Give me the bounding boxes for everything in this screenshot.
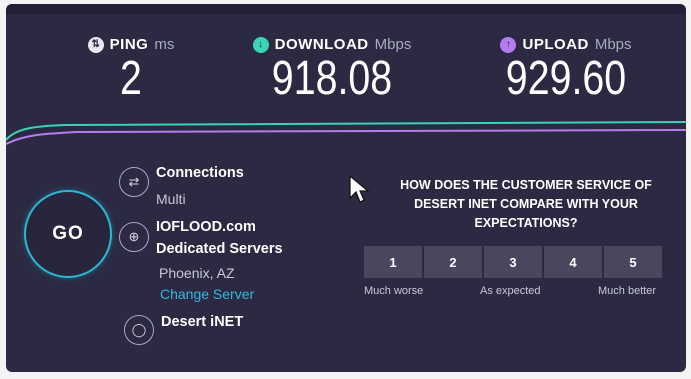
- server-name: IOFLOOD.com: [156, 219, 256, 235]
- ping-header: ⇅ PING ms: [66, 36, 196, 53]
- ping-unit: ms: [154, 36, 175, 53]
- server-type: Dedicated Servers: [156, 241, 283, 257]
- upload-label: UPLOAD: [522, 36, 589, 53]
- download-arrow-icon: ↓: [252, 36, 269, 53]
- scale-label-high: Much better: [598, 285, 657, 297]
- upload-unit: Mbps: [594, 36, 632, 53]
- change-server-link[interactable]: Change Server: [160, 286, 254, 302]
- survey-question: HOW DOES THE CUSTOMER SERVICE OF DESERT …: [400, 178, 652, 230]
- mouse-pointer-icon: [349, 174, 370, 203]
- upload-header: ↑ UPLOAD Mbps: [476, 36, 656, 53]
- isp-name: Desert iNET: [161, 314, 244, 330]
- scale-label-low: Much worse: [364, 285, 424, 297]
- server-location: Phoenix, AZ: [159, 265, 235, 281]
- speed-graph: [6, 121, 686, 145]
- ping-label: PING: [109, 36, 149, 53]
- download-label: DOWNLOAD: [274, 36, 369, 53]
- rating-button-1[interactable]: 1: [364, 246, 422, 278]
- ping-value: 2: [120, 52, 142, 105]
- rating-button-4[interactable]: 4: [544, 246, 602, 278]
- connections-arrows-icon[interactable]: ⇄: [119, 167, 149, 197]
- speedtest-screen: ⇅ PING ms 2 ↓ DOWNLOAD Mbps 918.08 ↑ UPL…: [6, 4, 686, 372]
- connections-title: Connections: [156, 165, 244, 181]
- download-value: 918.08: [271, 52, 393, 105]
- upload-metric: ↑ UPLOAD Mbps 929.60: [476, 36, 656, 105]
- ping-metric: ⇅ PING ms 2: [66, 36, 196, 105]
- rating-button-3[interactable]: 3: [484, 246, 542, 278]
- download-metric: ↓ DOWNLOAD Mbps 918.08: [242, 36, 422, 105]
- upload-value: 929.60: [505, 52, 627, 105]
- ping-arrows-icon: ⇅: [87, 36, 104, 53]
- rating-row: 1 2 3 4 5: [364, 246, 662, 278]
- upload-arrow-icon: ↑: [500, 36, 517, 53]
- scale-label-mid: As expected: [480, 285, 541, 297]
- top-bar-strip: [6, 4, 686, 14]
- upload-speed-line: [6, 129, 686, 145]
- rating-button-5[interactable]: 5: [604, 246, 662, 278]
- connections-value[interactable]: Multi: [156, 191, 186, 207]
- download-unit: Mbps: [374, 36, 412, 53]
- download-header: ↓ DOWNLOAD Mbps: [242, 36, 422, 53]
- user-icon: ◯: [124, 315, 154, 345]
- go-button[interactable]: GO: [24, 190, 112, 278]
- rating-button-2[interactable]: 2: [424, 246, 482, 278]
- globe-icon: ⊕: [119, 222, 149, 252]
